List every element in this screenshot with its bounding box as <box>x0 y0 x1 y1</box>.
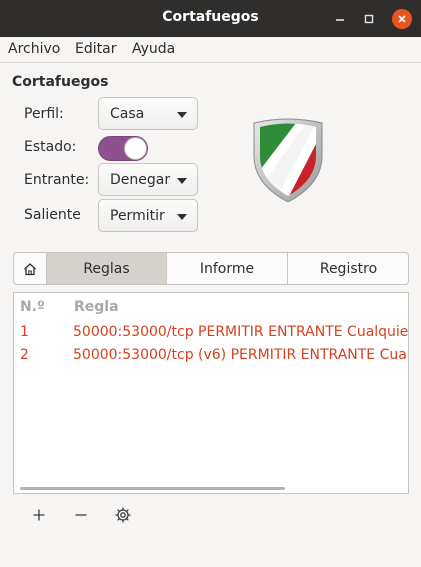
outgoing-select[interactable]: Permitir <box>98 199 198 232</box>
incoming-value: Denegar <box>110 172 171 188</box>
maximize-button[interactable] <box>359 9 379 29</box>
rule-text: 50000:53000/tcp PERMITIR ENTRANTE Cualqu… <box>73 324 409 340</box>
rule-number: 1 <box>20 324 29 340</box>
home-icon <box>24 262 36 275</box>
window-title: Cortafuegos <box>162 9 259 25</box>
close-button[interactable] <box>392 9 412 29</box>
remove-rule-button[interactable] <box>68 504 94 526</box>
gear-icon <box>115 507 131 523</box>
menu-ayuda[interactable]: Ayuda <box>132 41 175 57</box>
toggle-knob <box>124 137 147 160</box>
incoming-select[interactable]: Denegar <box>98 163 198 196</box>
tab-registro[interactable]: Registro <box>288 253 408 284</box>
dropdown-arrow-icon <box>177 178 187 184</box>
add-icon <box>33 509 45 521</box>
close-icon <box>398 15 406 23</box>
tab-reglas[interactable]: Reglas <box>47 253 167 284</box>
column-header-number[interactable]: N.º <box>20 299 45 315</box>
section-title: Cortafuegos <box>12 74 109 90</box>
dropdown-arrow-icon <box>177 214 187 220</box>
menu-editar[interactable]: Editar <box>75 41 116 57</box>
horizontal-scrollbar[interactable] <box>20 487 285 490</box>
profile-value: Casa <box>110 106 145 122</box>
incoming-label: Entrante: <box>24 172 90 188</box>
add-rule-button[interactable] <box>26 504 52 526</box>
shield-logo <box>253 118 323 202</box>
rule-text: 50000:53000/tcp (v6) PERMITIR ENTRANTE C… <box>73 347 409 363</box>
outgoing-label: Saliente <box>24 207 81 223</box>
minimize-button[interactable] <box>330 9 350 29</box>
status-label: Estado: <box>24 139 77 155</box>
settings-button[interactable] <box>110 504 136 526</box>
profile-label: Perfil: <box>24 106 64 122</box>
dropdown-arrow-icon <box>177 112 187 118</box>
rule-number: 2 <box>20 347 29 363</box>
rules-table: N.º Regla 1 50000:53000/tcp PERMITIR ENT… <box>13 292 409 494</box>
minimize-icon <box>336 19 344 21</box>
status-toggle[interactable] <box>98 136 148 161</box>
outgoing-value: Permitir <box>110 208 165 224</box>
profile-select[interactable]: Casa <box>98 97 198 130</box>
tab-bar: Reglas Informe Registro <box>13 252 409 285</box>
column-header-rule[interactable]: Regla <box>74 299 119 315</box>
menu-archivo[interactable]: Archivo <box>8 41 60 57</box>
title-bar: Cortafuegos <box>0 0 421 37</box>
tab-informe[interactable]: Informe <box>167 253 288 284</box>
tab-home[interactable] <box>14 253 47 284</box>
maximize-icon <box>364 14 374 24</box>
menu-bar: Archivo Editar Ayuda <box>0 37 421 63</box>
remove-icon <box>75 514 87 516</box>
